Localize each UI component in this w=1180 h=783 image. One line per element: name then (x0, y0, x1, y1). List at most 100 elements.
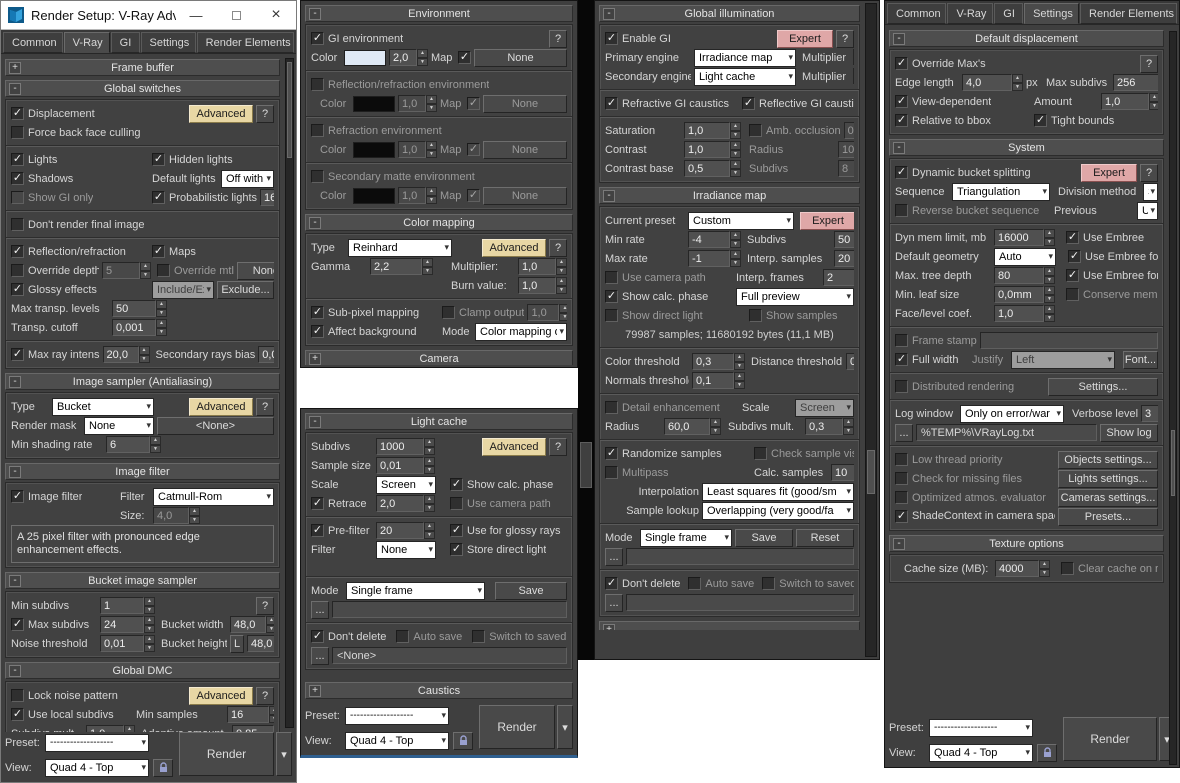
field-value[interactable]: 2,0 (389, 49, 417, 66)
previous-select[interactable]: Unchange▾ (1137, 201, 1158, 220)
spinner-up-icon[interactable]: ▲ (1039, 560, 1050, 569)
field-value[interactable]: 1,0 (1101, 93, 1149, 110)
spinner-up-icon[interactable]: ▲ (710, 418, 721, 427)
spinner[interactable]: ▲▼ (424, 522, 435, 539)
tab-common[interactable]: Common (887, 3, 947, 24)
spinner-down-icon[interactable]: ▼ (144, 643, 155, 653)
checkbox-box[interactable] (895, 510, 908, 523)
spinner-down-icon[interactable]: ▼ (156, 308, 167, 317)
gi-environment-map-none-button[interactable]: None (474, 48, 567, 67)
include-exclude-select[interactable]: Include/Exc▾ (152, 280, 214, 299)
spinner-down-icon[interactable]: ▼ (730, 149, 741, 158)
override-depth-field[interactable]: 5 ▲ ▼ (102, 262, 151, 279)
scrollbar-thumb[interactable] (580, 442, 592, 488)
spinner-down-icon[interactable]: ▼ (730, 168, 741, 177)
transp-cutoff-field[interactable]: 0,001 ▲ ▼ (112, 319, 167, 336)
normals-threshold-field[interactable]: 0,1 ▲ ▼ (692, 372, 745, 389)
override-max-s-checkbox[interactable]: Override Max's (895, 57, 986, 70)
maps-checkbox[interactable]: Maps (152, 245, 196, 258)
help-button[interactable]: ? (549, 238, 567, 257)
spinner[interactable]: ▲▼ (426, 187, 437, 204)
render-mask-select[interactable]: None ▾ (84, 416, 154, 435)
frame-stamp-text-field[interactable] (979, 332, 1158, 349)
spinner-down-icon[interactable]: ▼ (424, 503, 435, 512)
light-cache-autosave-path-field[interactable]: <None> (332, 647, 567, 664)
checkbox-box[interactable] (11, 618, 24, 632)
sub-pixel-mapping-checkbox[interactable]: Sub-pixel mapping (311, 306, 439, 319)
justify-select[interactable]: Left ▾ (1011, 350, 1115, 369)
force-back-face-culling-checkbox[interactable]: Force back face culling (11, 126, 141, 139)
rollout-header-partial[interactable]: + (599, 621, 860, 630)
spinner[interactable]: ▲▼ (1149, 93, 1158, 110)
checkbox-box[interactable] (895, 204, 908, 217)
advanced-button[interactable]: Advanced (482, 238, 546, 257)
spinner-up-icon[interactable]: ▲ (144, 597, 155, 606)
spinner-down-icon[interactable]: ▼ (1012, 82, 1023, 91)
render-button[interactable]: Render (479, 705, 555, 749)
checkbox-box[interactable] (11, 348, 24, 361)
window-titlebar[interactable]: Render Setup: V-Ray Adv 3.40.01 — × (1, 1, 296, 30)
checkbox-box[interactable] (895, 472, 908, 485)
spinner[interactable]: ▲▼ (1044, 229, 1055, 246)
light-cache-path-field[interactable] (332, 601, 567, 618)
use-embree-checkbox[interactable]: Use Embree (1066, 231, 1144, 244)
spinner-up-icon[interactable]: ▲ (426, 187, 437, 196)
field-value[interactable]: 10,0mm (838, 141, 854, 158)
field-value[interactable]: 1000 (376, 438, 424, 455)
reflection-refraction-checkbox[interactable]: Reflection/refraction (11, 245, 149, 258)
bucket-width-field[interactable]: 48,0 ▲ ▼ (230, 616, 274, 634)
min-rate-field[interactable]: -4 ▲ ▼ (688, 231, 741, 248)
multipass-checkbox[interactable]: Multipass (605, 466, 751, 479)
collapse-icon[interactable]: - (9, 665, 21, 678)
max-ray-intens-field[interactable]: 20,0 ▲ ▼ (102, 346, 150, 363)
affect-background-checkbox[interactable]: Affect background (311, 325, 439, 338)
scale-select[interactable]: Screen ▾ (376, 475, 436, 494)
scrollbar-thumb[interactable] (867, 450, 875, 494)
spinner[interactable]: ▲▼ (426, 141, 437, 158)
spinner-up-icon[interactable]: ▲ (1044, 305, 1055, 314)
spinner-down-icon[interactable]: ▼ (417, 57, 428, 66)
sequence-select[interactable]: Triangulation ▾ (952, 182, 1050, 201)
irradiance-map-path-field[interactable] (626, 548, 854, 565)
spinner[interactable]: ▲▼ (424, 495, 435, 512)
browse-button[interactable]: ... (605, 547, 623, 566)
field-value[interactable]: 5 (102, 262, 140, 279)
field-value[interactable]: 24 (100, 616, 144, 634)
spinner-up-icon[interactable]: ▲ (734, 372, 745, 381)
max-subdivs-checkbox[interactable]: Max subdivs (11, 618, 97, 632)
spinner[interactable]: ▲▼ (189, 507, 200, 524)
spinner[interactable]: ▲▼ (556, 277, 567, 294)
checkbox-box[interactable] (605, 466, 618, 479)
collapse-icon[interactable]: - (893, 142, 905, 154)
spinner[interactable]: ▲▼ (150, 436, 161, 453)
collapse-icon[interactable]: - (309, 416, 321, 428)
checkbox-box[interactable] (605, 271, 618, 284)
checkbox-box[interactable] (11, 126, 24, 139)
spinner-up-icon[interactable]: ▲ (266, 616, 274, 625)
save-button[interactable]: Save (735, 528, 793, 547)
spinner[interactable]: ▲▼ (140, 262, 151, 279)
secondary-engine-select[interactable]: Light cache ▾ (694, 67, 796, 86)
spinner-down-icon[interactable]: ▼ (426, 195, 437, 204)
spinner[interactable]: ▲▼ (559, 304, 567, 321)
collapse-icon[interactable]: - (9, 83, 21, 95)
spinner-up-icon[interactable]: ▲ (556, 258, 567, 267)
checkbox-box[interactable] (467, 143, 480, 156)
store-direct-light-checkbox[interactable]: Store direct light (450, 543, 546, 556)
checkbox-box[interactable] (605, 309, 618, 322)
tab-common[interactable]: Common (3, 32, 63, 53)
field-value[interactable]: -4 (688, 231, 730, 248)
max-subdivs-field[interactable]: 24 ▲ ▼ (100, 616, 155, 634)
mode-select[interactable]: Single frame ▾ (640, 528, 732, 547)
rollout-header-texture-options[interactable]: - Texture options (889, 535, 1164, 552)
frame-stamp-checkbox[interactable]: Frame stamp (895, 334, 977, 347)
checkbox-box[interactable] (1068, 250, 1081, 263)
checkbox-box[interactable] (742, 97, 755, 110)
advanced-button[interactable]: Advanced (189, 686, 253, 705)
rollout-header-image-filter[interactable]: - Image filter (5, 463, 280, 480)
checkbox-box[interactable] (458, 51, 471, 64)
pre-filter-field[interactable]: 20 ▲ ▼ (376, 522, 435, 539)
field-value[interactable]: 20 (834, 250, 854, 267)
spinner[interactable]: ▲▼ (556, 258, 567, 275)
spinner-down-icon[interactable]: ▼ (730, 258, 741, 267)
